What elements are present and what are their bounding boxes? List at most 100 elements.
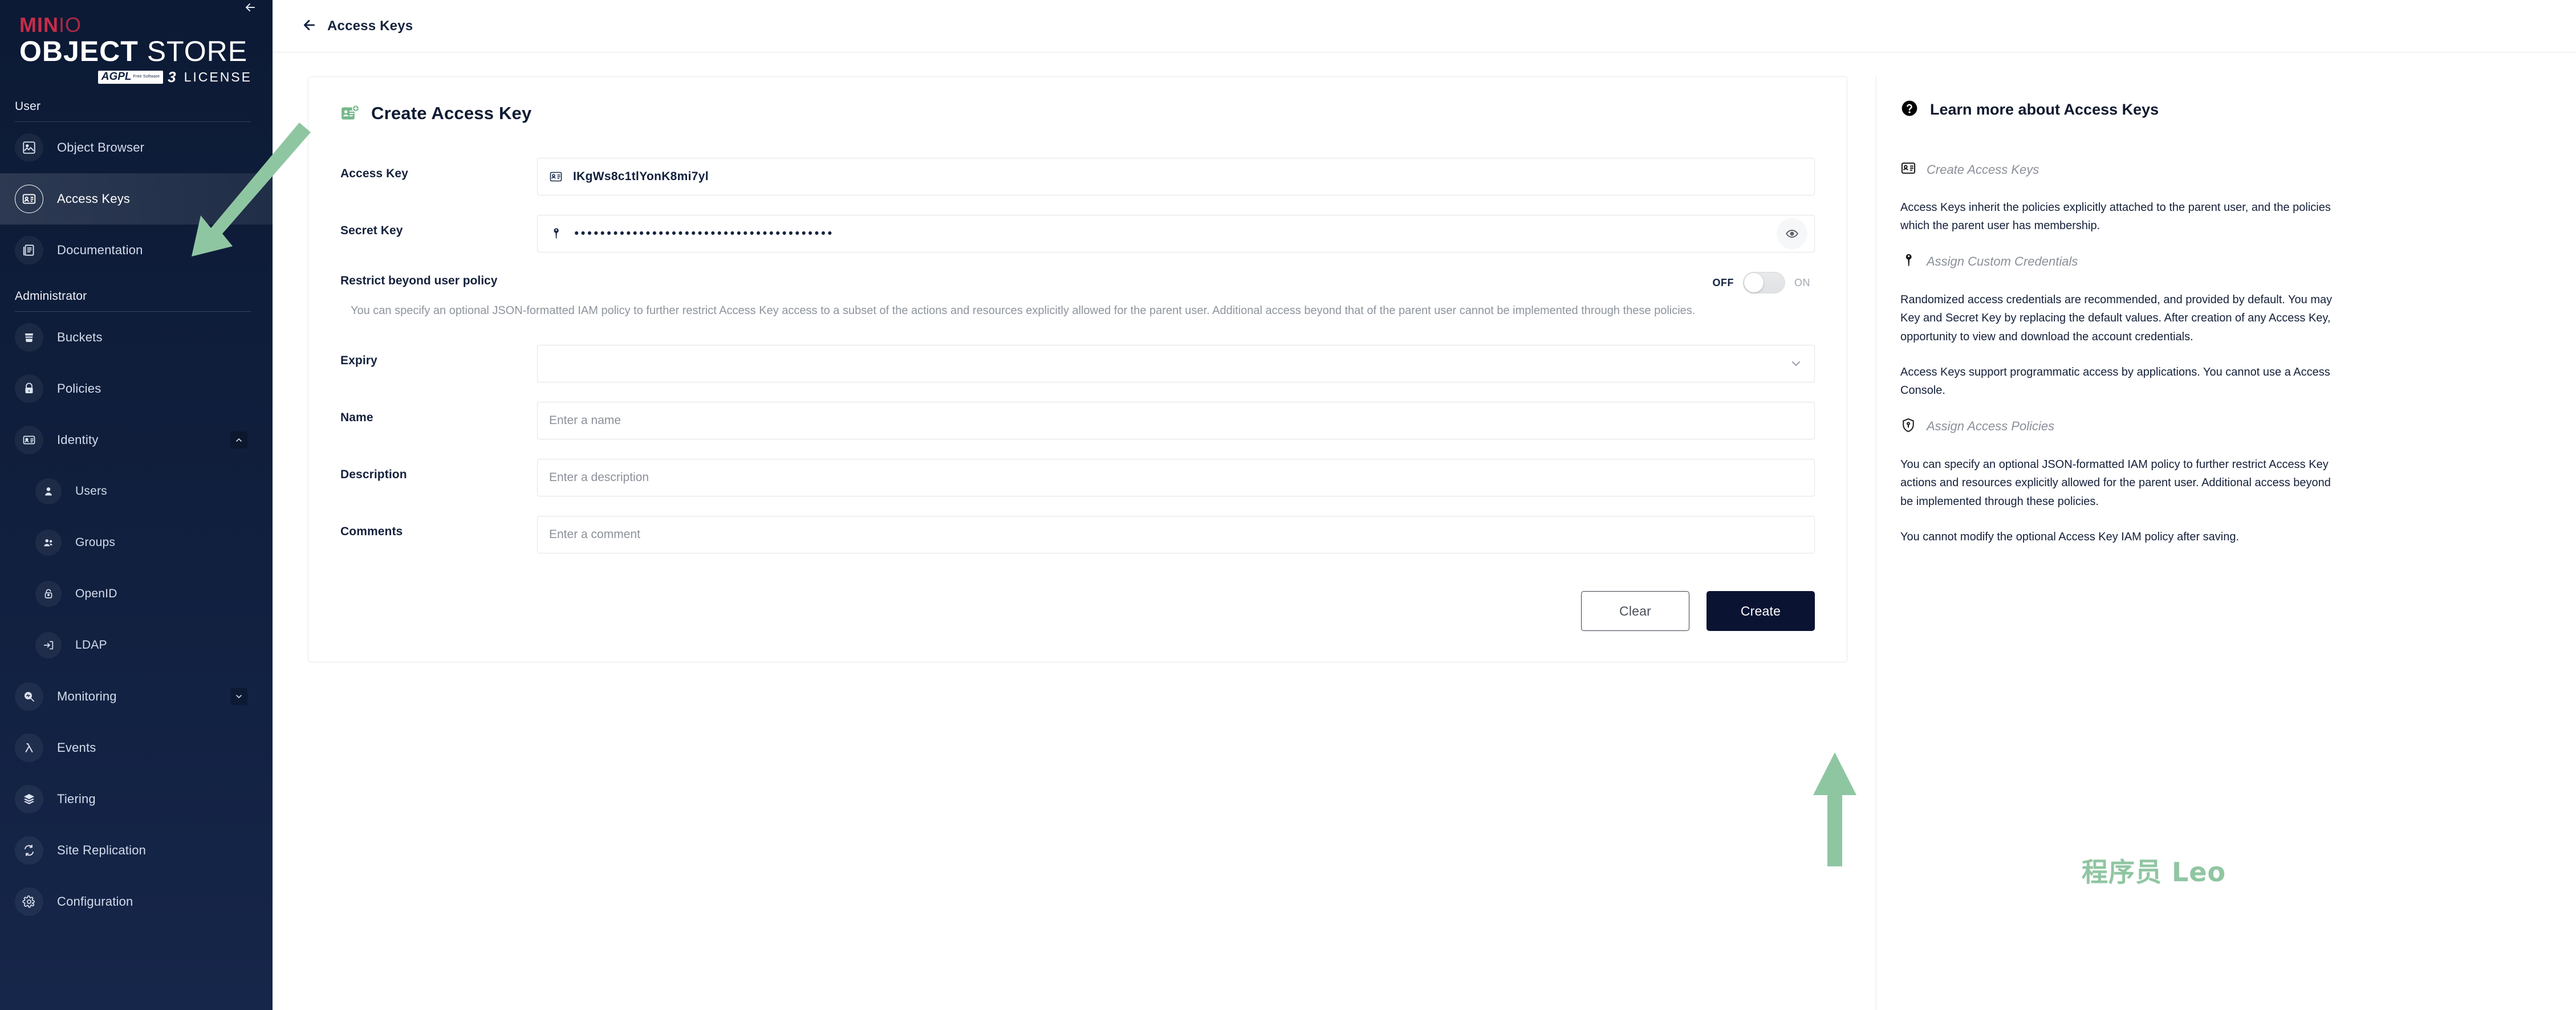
store-text: STORE [138,35,248,67]
create-button[interactable]: Create [1707,591,1815,632]
field-row-comments: Comments Enter a comment [340,516,1815,554]
license-badge-row: AGPL Free Software 3 LICENSE [19,68,273,86]
info-section-assign-custom-credentials: Assign Custom Credentials Randomized acc… [1900,252,2576,400]
sidebar-item-label: OpenID [75,587,117,600]
agpl-subtext: Free Software [133,75,160,79]
restrict-policy-title: Restrict beyond user policy [340,274,498,287]
toggle-knob [1744,273,1764,292]
create-access-key-icon [340,104,360,123]
sidebar-item-openid[interactable]: OpenID [0,568,273,620]
field-row-name: Name Enter a name [340,402,1815,440]
sidebar-item-identity[interactable]: Identity [0,414,273,466]
sidebar-item-policies[interactable]: Policies [0,363,273,414]
sidebar-item-ldap[interactable]: LDAP [0,620,273,671]
access-keys-icon [15,185,43,213]
form-title: Create Access Key [371,103,532,123]
learn-more-panel: Learn more about Access Keys Create Acce… [1876,76,2576,1010]
sidebar-item-site-replication[interactable]: Site Replication [0,825,273,876]
sidebar-item-access-keys[interactable]: Access Keys [0,173,273,225]
name-label: Name [340,411,373,425]
agpl-text: AGPL [101,71,132,83]
replication-icon [15,836,43,865]
secret-key-input[interactable]: •••••••••••••••••••••••••••••••••••••••• [537,215,1815,252]
info-section-title: Assign Custom Credentials [1927,254,2078,269]
eye-icon[interactable] [1777,218,1807,249]
info-paragraph: Access Keys inherit the policies explici… [1900,198,2576,235]
minio-io-text: IO [59,13,82,36]
expiry-select[interactable] [537,345,1815,383]
access-key-label: Access Key [340,167,408,180]
restrict-policy-description: You can specify an optional JSON-formatt… [351,304,1696,317]
sidebar-item-documentation[interactable]: Documentation [0,225,273,276]
sidebar-item-label: Tiering [57,792,96,806]
chevron-down-icon[interactable] [230,688,247,705]
restrict-policy-block: Restrict beyond user policy OFF ON You c… [340,272,1815,320]
monitoring-icon [15,682,43,711]
minio-console: MINIO OBJECT STORE AGPL Free Software 3 … [0,0,2576,1010]
field-row-expiry: Expiry [340,345,1815,383]
collapse-sidebar-icon[interactable] [241,0,260,17]
sidebar-item-groups[interactable]: Groups [0,517,273,568]
description-label: Description [340,468,407,482]
name-placeholder: Enter a name [549,414,621,427]
sidebar-section-title-administrator: Administrator [15,290,87,303]
sidebar-item-label: Object Browser [57,140,145,154]
name-input[interactable]: Enter a name [537,402,1815,440]
sidebar-item-label: Policies [57,381,101,396]
sidebar-item-buckets[interactable]: Buckets [0,312,273,363]
info-line: You can specify an optional JSON-formatt… [1900,458,2329,471]
clear-button[interactable]: Clear [1581,591,1689,632]
layers-icon [15,785,43,813]
info-section-title: Assign Access Policies [1927,419,2055,434]
sidebar-item-label: Groups [75,536,116,549]
info-paragraph: Randomized access credentials are recomm… [1900,291,2576,346]
restrict-policy-toggle[interactable] [1743,272,1785,294]
comments-label: Comments [340,525,403,539]
secret-key-label: Secret Key [340,224,403,237]
description-input[interactable]: Enter a description [537,459,1815,497]
key-icon [1900,252,1916,271]
bucket-icon [15,323,43,352]
info-line: You cannot modify the optional Access Ke… [1900,530,2240,543]
groups-icon [35,530,62,556]
minio-min-text: MIN [19,13,59,36]
chevron-up-icon[interactable] [230,431,247,449]
page-header: Access Keys [273,0,2576,52]
info-paragraph: Access Keys support programmatic access … [1900,363,2576,400]
agpl-version-text: 3 [168,68,176,85]
learn-more-header: Learn more about Access Keys [1900,99,2576,120]
sidebar-item-tiering[interactable]: Tiering [0,773,273,825]
sidebar-item-events[interactable]: Events [0,722,273,773]
info-section-title: Create Access Keys [1927,162,2039,177]
sidebar-item-configuration[interactable]: Configuration [0,876,273,927]
access-key-id-icon [1900,160,1916,179]
comments-input[interactable]: Enter a comment [537,516,1815,554]
sidebar-item-label: Access Keys [57,192,131,206]
sidebar-item-users[interactable]: Users [0,466,273,517]
info-line: Randomized access credentials are recomm… [1900,293,2333,306]
chevron-down-icon[interactable] [1789,357,1803,370]
info-section-assign-access-policies: Assign Access Policies You can specify a… [1900,417,2576,547]
sidebar-item-object-browser[interactable]: Object Browser [0,122,273,173]
shield-icon [1900,417,1916,436]
lambda-icon [15,734,43,762]
info-section-create-access-keys: Create Access Keys Access Keys inherit t… [1900,160,2576,235]
sidebar-item-label: LDAP [75,638,107,651]
field-row-access-key: Access Key IKgWs8c1tlYonK8mi7yl [340,158,1815,196]
access-key-input[interactable]: IKgWs8c1tlYonK8mi7yl [537,158,1815,196]
sidebar-item-label: Monitoring [57,689,117,703]
create-access-key-form: Create Access Key Access Key IKgWs8c1tlY… [308,76,1847,663]
object-text: OBJECT [19,35,139,67]
sidebar-item-label: Buckets [57,330,103,344]
sidebar-item-monitoring[interactable]: Monitoring [0,671,273,722]
back-arrow-icon[interactable] [302,18,317,35]
form-header: Create Access Key [340,103,1815,124]
field-row-secret-key: Secret Key •••••••••••••••••••••••••••••… [340,215,1815,252]
sidebar-item-label: Configuration [57,894,133,909]
ldap-login-icon [35,632,62,658]
info-line: opportunity to view and download the acc… [1900,330,2193,343]
access-key-value: IKgWs8c1tlYonK8mi7yl [573,170,709,183]
field-row-description: Description Enter a description [340,459,1815,497]
info-line: actions and resources explicitly allowed… [1900,477,2331,490]
info-line: Console. [1900,384,1945,397]
